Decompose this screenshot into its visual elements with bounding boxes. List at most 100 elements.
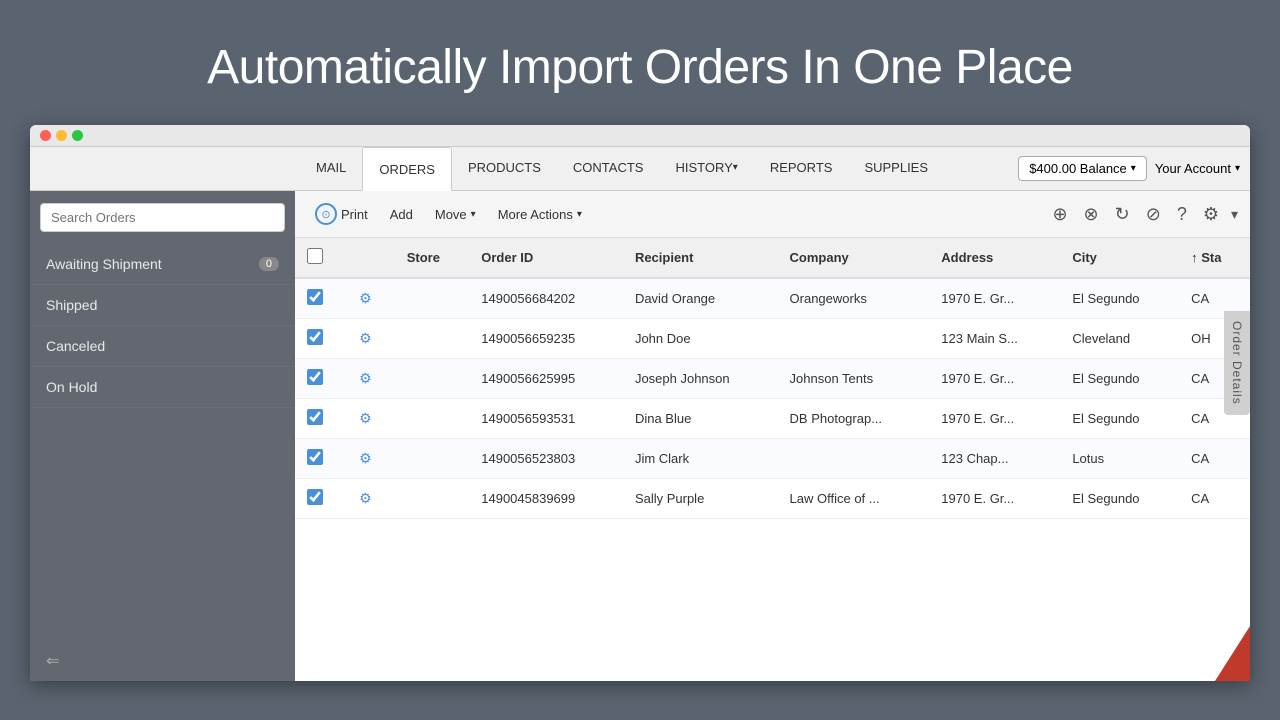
nav-item-mail[interactable]: MAIL — [300, 147, 362, 190]
row-city: Lotus — [1060, 439, 1179, 479]
nav-item-orders[interactable]: ORDERS — [362, 147, 452, 191]
minimize-button[interactable] — [56, 130, 67, 141]
col-header-state[interactable]: Sta — [1179, 238, 1250, 278]
col-header-company: Company — [778, 238, 930, 278]
cancel-icon-button[interactable]: ⊘ — [1142, 202, 1165, 227]
title-bar — [30, 125, 1250, 147]
maximize-button[interactable] — [72, 130, 83, 141]
row-store — [395, 439, 470, 479]
row-gear-cell[interactable]: ⚙ — [347, 439, 395, 479]
sidebar-label-shipped: Shipped — [46, 297, 97, 313]
gear-icon[interactable]: ⚙ — [359, 290, 372, 306]
row-gear-cell[interactable]: ⚙ — [347, 399, 395, 439]
row-city: El Segundo — [1060, 359, 1179, 399]
row-checkbox[interactable] — [307, 409, 323, 425]
sidebar-collapse-button[interactable]: ⇐ — [30, 641, 295, 681]
toolbar-right: ⊕ ⊗ ↻ ⊘ ? ⚙ ▾ — [1048, 202, 1238, 227]
table-header-row: Store Order ID Recipient Company Address… — [295, 238, 1250, 278]
download-icon-button[interactable]: ⊕ — [1048, 202, 1071, 227]
row-gear-cell[interactable]: ⚙ — [347, 278, 395, 319]
row-address: 1970 E. Gr... — [929, 278, 1060, 319]
close-button[interactable] — [40, 130, 51, 141]
print-button[interactable]: ⊙ Print — [307, 199, 376, 229]
col-header-recipient: Recipient — [623, 238, 778, 278]
row-gear-cell[interactable]: ⚙ — [347, 479, 395, 519]
row-company — [778, 319, 930, 359]
row-checkbox-cell[interactable] — [295, 479, 347, 519]
row-checkbox-cell[interactable] — [295, 399, 347, 439]
col-header-city: City — [1060, 238, 1179, 278]
select-all-checkbox[interactable] — [307, 248, 323, 264]
gear-icon[interactable]: ⚙ — [359, 490, 372, 506]
row-store — [395, 278, 470, 319]
row-checkbox[interactable] — [307, 329, 323, 345]
app-window-wrapper: MAIL ORDERS PRODUCTS CONTACTS HISTORY RE… — [0, 125, 1280, 681]
row-order-id: 1490056625995 — [469, 359, 623, 399]
row-checkbox-cell[interactable] — [295, 278, 347, 319]
row-order-id: 1490056523803 — [469, 439, 623, 479]
row-recipient: John Doe — [623, 319, 778, 359]
col-header-order-id: Order ID — [469, 238, 623, 278]
sidebar-item-on-hold[interactable]: On Hold — [30, 367, 295, 408]
sidebar-item-canceled[interactable]: Canceled — [30, 326, 295, 367]
row-store — [395, 319, 470, 359]
sidebar-item-shipped[interactable]: Shipped — [30, 285, 295, 326]
red-triangle-decoration — [1215, 626, 1250, 681]
print-label: Print — [341, 207, 368, 222]
more-actions-button[interactable]: More Actions — [490, 203, 590, 226]
row-order-id: 1490056684202 — [469, 278, 623, 319]
refresh-icon-button[interactable]: ↻ — [1111, 202, 1134, 227]
col-header-gear — [347, 238, 395, 278]
row-recipient: David Orange — [623, 278, 778, 319]
row-checkbox-cell[interactable] — [295, 359, 347, 399]
hero-title: Automatically Import Orders In One Place — [0, 40, 1280, 95]
balance-button[interactable]: $400.00 Balance — [1018, 156, 1147, 181]
add-button[interactable]: Add — [382, 203, 421, 226]
upload-icon-button[interactable]: ⊗ — [1080, 202, 1103, 227]
gear-icon[interactable]: ⚙ — [359, 330, 372, 346]
sidebar-label-canceled: Canceled — [46, 338, 105, 354]
table-row: ⚙ 1490056593531 Dina Blue DB Photograp..… — [295, 399, 1250, 439]
table-row: ⚙ 1490056523803 Jim Clark 123 Chap... Lo… — [295, 439, 1250, 479]
nav-item-supplies[interactable]: SUPPLIES — [848, 147, 944, 190]
row-checkbox[interactable] — [307, 449, 323, 465]
nav-item-history[interactable]: HISTORY — [659, 147, 753, 190]
nav-item-reports[interactable]: REPORTS — [754, 147, 849, 190]
gear-icon[interactable]: ⚙ — [359, 410, 372, 426]
row-checkbox-cell[interactable] — [295, 439, 347, 479]
table-row: ⚙ 1490045839699 Sally Purple Law Office … — [295, 479, 1250, 519]
account-button[interactable]: Your Account — [1155, 161, 1240, 176]
row-checkbox[interactable] — [307, 289, 323, 305]
app-window: MAIL ORDERS PRODUCTS CONTACTS HISTORY RE… — [30, 125, 1250, 681]
table-row: ⚙ 1490056659235 John Doe 123 Main S... C… — [295, 319, 1250, 359]
toolbar: ⊙ Print Add Move More Actions ⊕ ⊗ ↻ ⊘ ? … — [295, 191, 1250, 238]
nav-item-products[interactable]: PRODUCTS — [452, 147, 557, 190]
row-gear-cell[interactable]: ⚙ — [347, 319, 395, 359]
row-address: 123 Chap... — [929, 439, 1060, 479]
gear-icon[interactable]: ⚙ — [359, 370, 372, 386]
search-input[interactable] — [40, 203, 285, 232]
main-content: Awaiting Shipment 0 Shipped Canceled On … — [30, 191, 1250, 681]
settings-icon-button[interactable]: ⚙ — [1199, 202, 1223, 227]
row-store — [395, 479, 470, 519]
row-checkbox[interactable] — [307, 489, 323, 505]
orders-panel: ⊙ Print Add Move More Actions ⊕ ⊗ ↻ ⊘ ? … — [295, 191, 1250, 681]
sidebar-item-awaiting-shipment[interactable]: Awaiting Shipment 0 — [30, 244, 295, 285]
nav-bar: MAIL ORDERS PRODUCTS CONTACTS HISTORY RE… — [30, 147, 1250, 191]
gear-icon[interactable]: ⚙ — [359, 450, 372, 466]
row-checkbox[interactable] — [307, 369, 323, 385]
row-order-id: 1490045839699 — [469, 479, 623, 519]
move-button[interactable]: Move — [427, 203, 484, 226]
row-address: 1970 E. Gr... — [929, 479, 1060, 519]
row-state: CA — [1179, 439, 1250, 479]
nav-item-contacts[interactable]: CONTACTS — [557, 147, 660, 190]
row-checkbox-cell[interactable] — [295, 319, 347, 359]
sidebar: Awaiting Shipment 0 Shipped Canceled On … — [30, 191, 295, 681]
row-gear-cell[interactable]: ⚙ — [347, 359, 395, 399]
row-recipient: Joseph Johnson — [623, 359, 778, 399]
table-row: ⚙ 1490056684202 David Orange Orangeworks… — [295, 278, 1250, 319]
row-company: DB Photograp... — [778, 399, 930, 439]
help-icon-button[interactable]: ? — [1173, 202, 1191, 227]
order-details-tab[interactable]: Order Details — [1224, 311, 1250, 415]
toolbar-overflow-button[interactable]: ▾ — [1231, 206, 1238, 223]
